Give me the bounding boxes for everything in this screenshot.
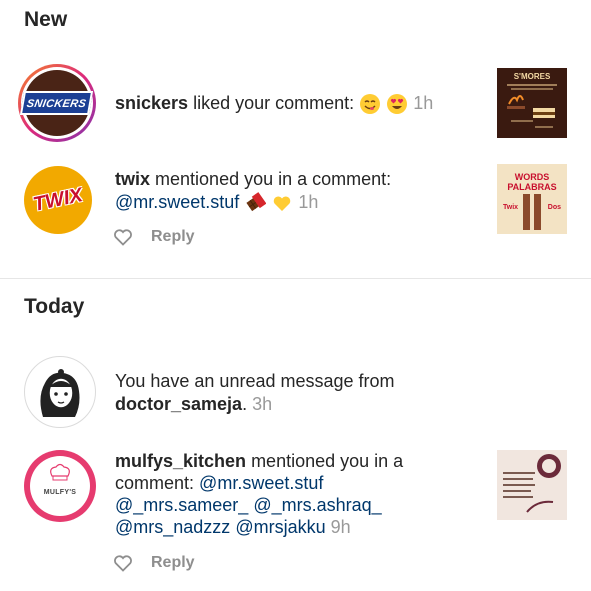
timestamp: 9h (330, 517, 351, 537)
timestamp: 1h (298, 192, 319, 212)
section-divider (0, 278, 591, 279)
recipe-card-icon (503, 454, 561, 513)
chocolate-bar-emoji-icon (246, 192, 267, 212)
notification-text: twix mentioned you in a comment: @mr.swe… (115, 168, 391, 214)
reply-button[interactable]: Reply (113, 228, 195, 246)
timestamp: 1h (413, 93, 434, 113)
notification-snickers[interactable]: SNICKERS snickers liked your comment: 1h… (0, 60, 591, 150)
mulfys-avatar[interactable]: MULFY'S (24, 450, 96, 522)
notification-message[interactable]: You have an unread message from doctor_s… (0, 352, 591, 432)
action-text: liked your comment: (193, 93, 355, 113)
mention-link[interactable]: @mr.sweet.stuf (199, 473, 323, 493)
story-ring[interactable]: SNICKERS (18, 64, 96, 142)
action-text: mentioned you in a comment: (155, 169, 392, 189)
yellow-heart-emoji-icon (274, 196, 291, 212)
avatar-brand-text: TWIX (31, 183, 85, 216)
action-text: mentioned you in a (251, 451, 404, 471)
heart-outline-icon[interactable] (113, 554, 133, 572)
mention-link[interactable]: @mrs_nadzzz (115, 517, 230, 537)
reply-label[interactable]: Reply (151, 228, 195, 246)
post-thumbnail[interactable]: WORDS PALABRAS Twix Dos (497, 164, 567, 234)
section-title-today: Today (24, 295, 85, 318)
message-prefix: You have an unread message from (115, 371, 395, 391)
notification-mulfys[interactable]: MULFY'S mulfys_kitchen mentioned you in … (0, 440, 591, 590)
thumbnail-right-label: Dos (547, 204, 561, 211)
thumbnail-left-label: Twix (503, 204, 519, 211)
avatar-illustration-icon (40, 369, 80, 417)
yum-face-emoji-icon (360, 94, 381, 115)
avatar-brand-text: MULFY'S (43, 488, 77, 496)
mention-link[interactable]: @mrsjakku (235, 517, 325, 537)
message-suffix: . (242, 394, 248, 414)
twix-bar-left (523, 194, 530, 230)
twix-avatar[interactable]: TWIX (24, 166, 92, 234)
post-thumbnail[interactable] (497, 450, 567, 520)
timestamp: 3h (252, 394, 273, 414)
mention-link[interactable]: @_mrs.ashraq_ (253, 495, 381, 515)
doctor-avatar[interactable] (24, 356, 96, 428)
action-text-continued: comment: (115, 473, 195, 493)
post-thumbnail[interactable]: S'MORES (497, 68, 567, 138)
mention-link[interactable]: @mr.sweet.stuf (115, 192, 239, 212)
username[interactable]: mulfys_kitchen (115, 451, 246, 471)
username[interactable]: twix (115, 169, 150, 189)
snickers-avatar: SNICKERS (20, 70, 94, 136)
notification-text: snickers liked your comment: 1h (115, 92, 433, 115)
notification-text: mulfys_kitchen mentioned you in a commen… (115, 450, 495, 538)
username[interactable]: snickers (115, 93, 188, 113)
notification-twix[interactable]: TWIX twix mentioned you in a comment: @m… (0, 160, 591, 260)
heart-outline-icon[interactable] (113, 228, 133, 246)
twix-bar-right (534, 194, 541, 230)
thumbnail-title: WORDS PALABRAS (507, 172, 557, 192)
campfire-icon (507, 84, 557, 128)
avatar-brand-text: SNICKERS (26, 98, 88, 110)
reply-button[interactable]: Reply (113, 554, 195, 572)
chef-hat-icon (50, 463, 70, 481)
reply-label[interactable]: Reply (151, 554, 195, 572)
section-title-new: New (24, 8, 68, 31)
username[interactable]: doctor_sameja (115, 394, 242, 414)
notification-text: You have an unread message from doctor_s… (115, 370, 445, 416)
heart-eyes-emoji-icon (387, 94, 408, 115)
mention-link[interactable]: @_mrs.sameer_ (115, 495, 248, 515)
